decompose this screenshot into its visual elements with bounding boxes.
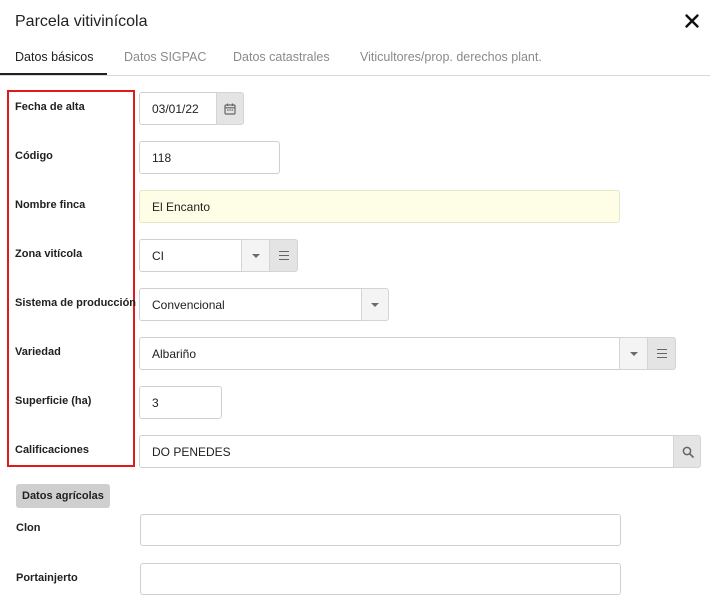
calificaciones-search-button[interactable]: [673, 435, 701, 468]
active-tab-indicator: [0, 73, 107, 75]
zona-viticola-label: Zona vitícola: [15, 248, 83, 260]
chevron-down-icon: [371, 303, 379, 307]
superficie-label: Superficie (ha): [15, 395, 92, 407]
search-icon: [682, 446, 694, 458]
variedad-value: Albariño: [152, 347, 197, 361]
chevron-down-icon: [629, 352, 638, 356]
nombre-finca-label: Nombre finca: [15, 199, 86, 211]
sistema-produccion-select[interactable]: Convencional: [139, 288, 363, 321]
tab-datos-basicos[interactable]: Datos básicos: [15, 50, 94, 64]
clon-label: Clon: [16, 522, 41, 534]
dialog-title: Parcela vitivinícola: [15, 13, 148, 30]
codigo-input[interactable]: 118: [139, 141, 280, 174]
sistema-produccion-dropdown-button[interactable]: [361, 288, 389, 321]
zona-viticola-value: CI: [152, 249, 164, 263]
nombre-finca-value: El Encanto: [152, 200, 211, 214]
list-icon: [656, 349, 667, 358]
zona-viticola-dropdown-button[interactable]: [241, 239, 270, 272]
portainjerto-input[interactable]: [140, 563, 621, 595]
variedad-dropdown-button[interactable]: [619, 337, 648, 370]
tab-datos-sigpac[interactable]: Datos SIGPAC: [124, 50, 206, 64]
calificaciones-value: DO PENEDES: [152, 445, 231, 459]
calificaciones-input[interactable]: DO PENEDES: [139, 435, 675, 468]
dialog-header: Parcela vitivinícola: [0, 0, 710, 44]
superficie-input[interactable]: 3: [139, 386, 222, 419]
clon-input[interactable]: [140, 514, 621, 546]
nombre-finca-input[interactable]: El Encanto: [139, 190, 620, 223]
datos-agricolas-section-label: Datos agrícolas: [16, 484, 110, 508]
zona-viticola-select[interactable]: CI: [139, 239, 243, 272]
calificaciones-label: Calificaciones: [15, 444, 89, 456]
tab-viticultores[interactable]: Viticultores/prop. derechos plant.: [360, 50, 542, 64]
calendar-icon: [224, 103, 236, 115]
close-icon[interactable]: [683, 12, 701, 30]
sistema-produccion-label: Sistema de producción: [15, 297, 137, 309]
fecha-alta-value: 03/01/22: [152, 102, 199, 116]
list-icon: [278, 251, 289, 260]
codigo-value: 118: [152, 151, 172, 165]
sistema-produccion-value: Convencional: [152, 298, 225, 312]
variedad-label: Variedad: [15, 346, 61, 358]
superficie-value: 3: [152, 396, 159, 410]
variedad-select[interactable]: Albariño: [139, 337, 621, 370]
zona-viticola-list-button[interactable]: [269, 239, 298, 272]
chevron-down-icon: [251, 254, 260, 258]
fecha-alta-label: Fecha de alta: [15, 101, 85, 113]
tab-datos-catastrales[interactable]: Datos catastrales: [233, 50, 330, 64]
labels-highlight-box: [7, 90, 135, 467]
variedad-list-button[interactable]: [647, 337, 676, 370]
fecha-alta-input[interactable]: 03/01/22: [139, 92, 218, 125]
tab-bar: Datos básicos Datos SIGPAC Datos catastr…: [0, 44, 710, 76]
portainjerto-label: Portainjerto: [16, 572, 78, 584]
codigo-label: Código: [15, 150, 53, 162]
calendar-button[interactable]: [216, 92, 244, 125]
